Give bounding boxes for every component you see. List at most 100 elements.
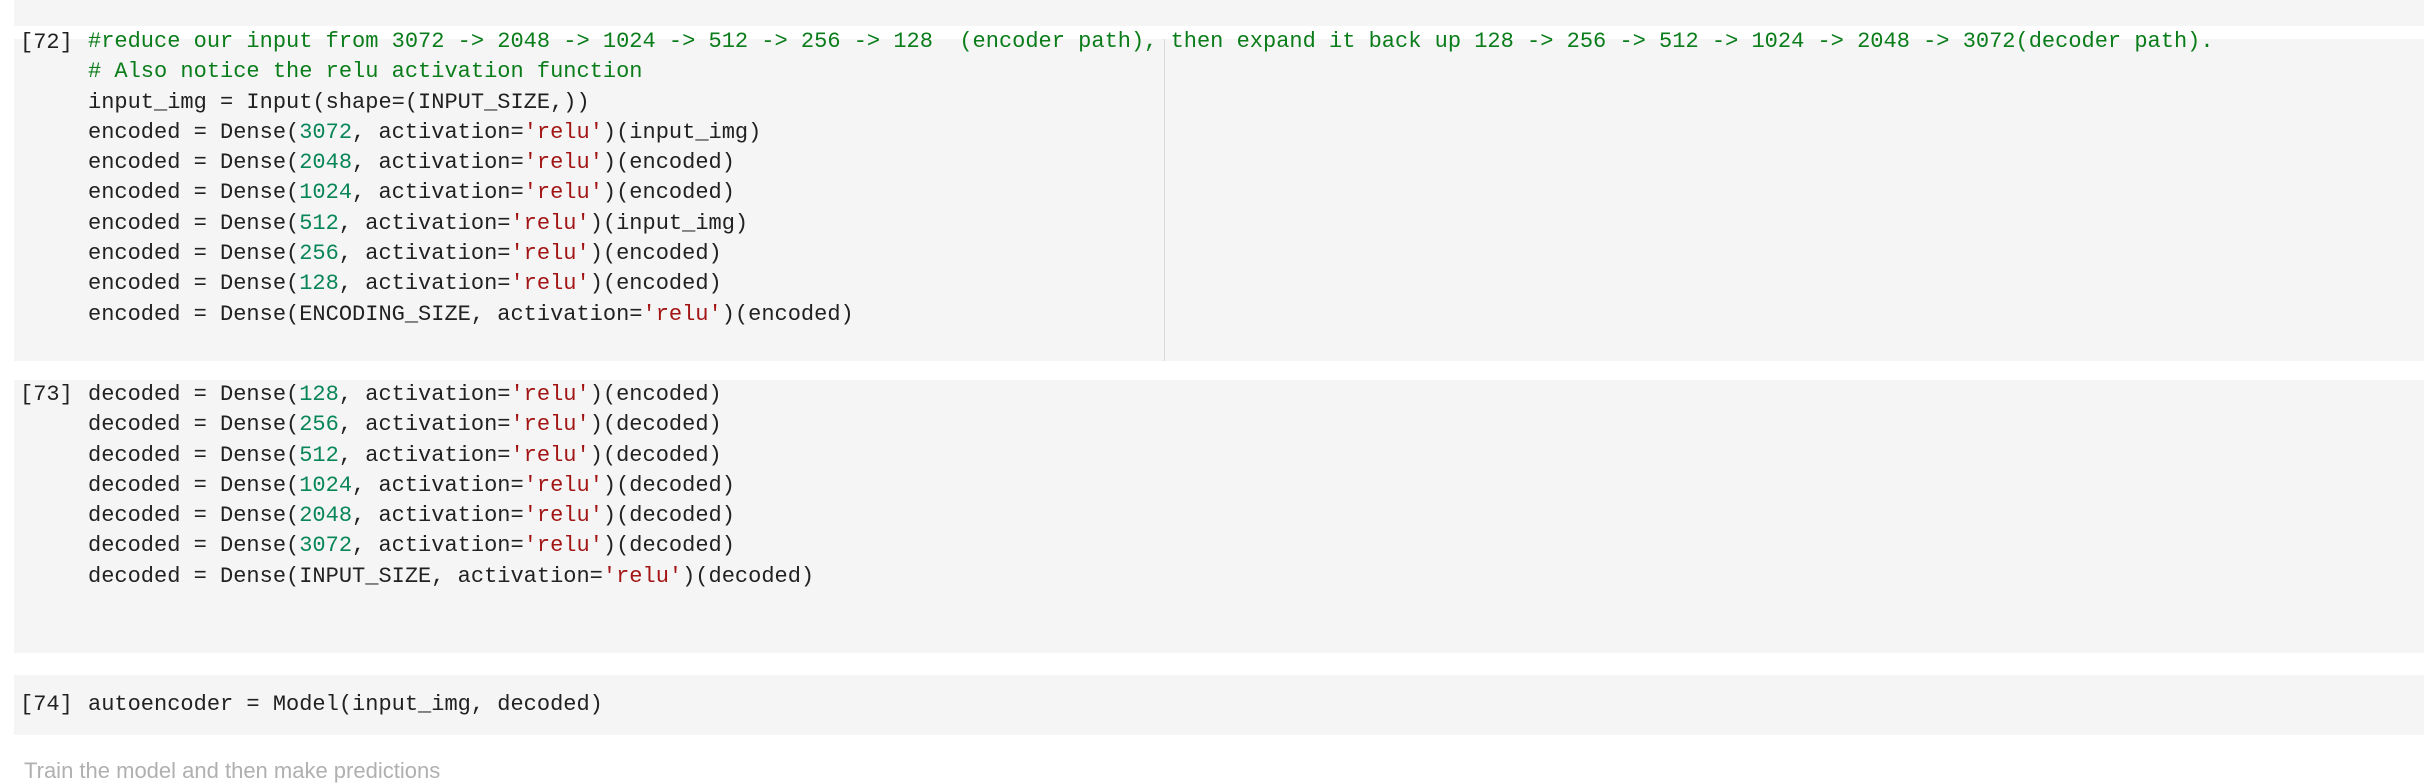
code-token-plain: , activation= [338, 382, 511, 407]
code-token-str: 'relu' [510, 412, 590, 438]
code-token-str: 'relu' [510, 442, 590, 468]
code-token-num: 1024 [299, 180, 353, 206]
code-token-num: 512 [299, 442, 339, 468]
code-line: encoded = Dense(128, activation='relu')(… [88, 269, 2214, 299]
code-line: encoded = Dense(2048, activation='relu')… [88, 148, 2214, 178]
code-line: input_img = Input(shape=(INPUT_SIZE,)) [88, 88, 2214, 118]
code-token-plain: )(decoded) [682, 563, 815, 589]
previous-cell-edge [14, 0, 2424, 26]
code-line: # Also notice the relu activation functi… [88, 57, 2214, 87]
code-token-plain: autoencoder = Model(input_img, decoded) [88, 692, 603, 717]
code-token-plain: , activation= [352, 533, 524, 559]
code-token-plain: )(input_img) [589, 210, 749, 236]
code-token-plain: , activation= [338, 241, 511, 267]
code-token-plain: )(decoded) [602, 533, 735, 559]
code-token-plain: , activation= [338, 271, 511, 297]
code-line: autoencoder = Model(input_img, decoded) [88, 690, 603, 720]
code-line: decoded = Dense(3072, activation='relu')… [88, 531, 814, 561]
execution-count-label: [72] [20, 30, 73, 55]
code-line: encoded = Dense(3072, activation='relu')… [88, 118, 2214, 148]
code-token-plain: decoded = Dense( [88, 382, 300, 407]
code-editor[interactable]: decoded = Dense(128, activation='relu')(… [88, 380, 814, 592]
code-token-plain: encoded = Dense(ENCODING_SIZE, activatio… [88, 301, 643, 327]
execution-count-label: [74] [20, 692, 73, 717]
code-line: encoded = Dense(ENCODING_SIZE, activatio… [88, 300, 2214, 330]
code-editor[interactable]: #reduce our input from 3072 -> 2048 -> 1… [88, 27, 2214, 330]
code-token-str: 'relu' [642, 301, 722, 327]
code-token-cmt: # Also notice the relu activation functi… [88, 59, 643, 85]
code-token-plain: , activation= [352, 119, 524, 145]
code-token-str: 'relu' [510, 241, 590, 267]
code-line: #reduce our input from 3072 -> 2048 -> 1… [88, 27, 2214, 57]
code-cell-72[interactable]: [72] #reduce our input from 3072 -> 2048… [14, 29, 2424, 361]
code-token-plain: encoded = Dense( [88, 180, 300, 206]
code-line: encoded = Dense(1024, activation='relu')… [88, 178, 2214, 208]
code-token-plain: )(encoded) [589, 241, 722, 267]
code-token-plain: encoded = Dense( [88, 119, 300, 145]
code-token-plain: encoded = Dense( [88, 271, 300, 297]
code-token-str: 'relu' [523, 180, 603, 206]
code-token-plain: decoded = Dense( [88, 503, 300, 529]
code-token-plain: )(decoded) [589, 442, 722, 468]
code-token-str: 'relu' [523, 150, 603, 176]
code-cell-74[interactable]: [74] autoencoder = Model(input_img, deco… [14, 675, 2424, 735]
code-token-num: 256 [299, 412, 339, 438]
markdown-text-partial: Train the model and then make prediction… [24, 758, 441, 783]
code-token-num: 3072 [299, 119, 353, 145]
code-token-str: 'relu' [523, 503, 603, 529]
code-token-plain: , activation= [352, 150, 524, 176]
code-token-str: 'relu' [510, 271, 590, 297]
code-token-plain: )(encoded) [589, 382, 722, 407]
line-length-ruler [1164, 39, 1165, 361]
code-token-plain: )(input_img) [602, 119, 762, 145]
code-token-num: 2048 [299, 503, 353, 529]
code-token-plain: , activation= [352, 472, 524, 498]
code-token-plain: , activation= [338, 442, 511, 468]
code-token-num: 2048 [299, 150, 353, 176]
code-token-plain: decoded = Dense( [88, 533, 300, 559]
code-token-plain: , activation= [352, 180, 524, 206]
code-line: decoded = Dense(1024, activation='relu')… [88, 471, 814, 501]
code-token-plain: decoded = Dense( [88, 442, 300, 468]
code-line: decoded = Dense(256, activation='relu')(… [88, 410, 814, 440]
execution-count-label: [73] [20, 382, 73, 407]
code-token-plain: )(decoded) [602, 503, 735, 529]
code-token-plain: encoded = Dense( [88, 150, 300, 176]
code-token-plain: encoded = Dense( [88, 241, 300, 267]
code-token-plain: encoded = Dense( [88, 210, 300, 236]
code-cell-73[interactable]: [73] decoded = Dense(128, activation='re… [14, 380, 2424, 653]
code-line: decoded = Dense(128, activation='relu')(… [88, 380, 814, 410]
code-token-num: 128 [299, 382, 339, 407]
code-token-num: 1024 [299, 472, 353, 498]
code-editor[interactable]: autoencoder = Model(input_img, decoded) [88, 690, 603, 720]
code-token-plain: )(decoded) [589, 412, 722, 438]
code-token-plain: , activation= [338, 210, 511, 236]
code-token-num: 3072 [299, 533, 353, 559]
code-token-plain: )(encoded) [602, 150, 735, 176]
code-token-plain: )(encoded) [721, 301, 854, 327]
code-token-str: 'relu' [523, 533, 603, 559]
code-token-str: 'relu' [523, 472, 603, 498]
code-token-plain: , activation= [352, 503, 524, 529]
code-token-str: 'relu' [510, 382, 590, 407]
code-token-num: 512 [299, 210, 339, 236]
code-line: decoded = Dense(512, activation='relu')(… [88, 441, 814, 471]
code-token-str: 'relu' [602, 563, 683, 589]
code-token-plain: decoded = Dense( [88, 472, 300, 498]
code-token-plain: decoded = Dense( [88, 412, 300, 438]
code-token-str: 'relu' [510, 210, 590, 236]
code-token-plain: )(encoded) [589, 271, 722, 297]
code-line: encoded = Dense(512, activation='relu')(… [88, 209, 2214, 239]
code-line: decoded = Dense(INPUT_SIZE, activation='… [88, 562, 814, 592]
code-token-plain: )(decoded) [602, 472, 735, 498]
code-token-plain: )(encoded) [602, 180, 735, 206]
code-token-num: 256 [299, 241, 339, 267]
code-token-plain: decoded = Dense(INPUT_SIZE, activation= [88, 563, 603, 589]
code-token-num: 128 [299, 271, 339, 297]
code-line: decoded = Dense(2048, activation='relu')… [88, 501, 814, 531]
code-line: encoded = Dense(256, activation='relu')(… [88, 239, 2214, 269]
code-token-plain: input_img = Input(shape=(INPUT_SIZE,)) [88, 89, 590, 115]
code-token-plain: , activation= [338, 412, 511, 438]
code-token-str: 'relu' [523, 119, 603, 145]
code-token-cmt: #reduce our input from 3072 -> 2048 -> 1… [88, 29, 2214, 54]
